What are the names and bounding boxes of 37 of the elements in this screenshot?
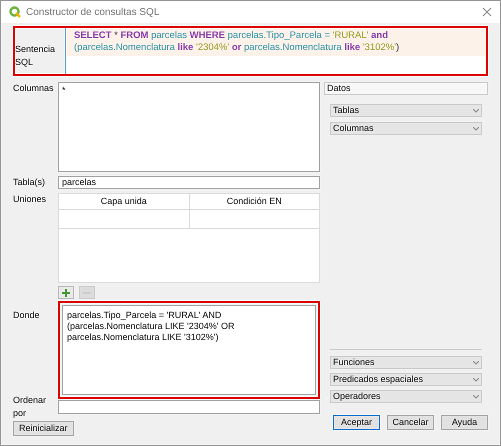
sql-editor[interactable]: SELECT * FROM parcelas WHERE parcelas.Tipo_Parcela = 'RURAL' and (parcelas.Nomenclatura like '2304%' or parcelas.Nomenclatura like '3102%') xyxy=(65,28,486,74)
column-header[interactable]: Condición EN xyxy=(190,194,319,210)
add-button[interactable] xyxy=(58,286,74,299)
field-label: Uniones xyxy=(13,193,48,206)
close-icon[interactable] xyxy=(482,7,492,17)
dropdown[interactable]: Funciones xyxy=(330,356,482,369)
columns-field[interactable]: * xyxy=(58,82,320,172)
chevron-down-icon xyxy=(473,360,479,364)
dialog-button[interactable]: Ayuda xyxy=(441,415,488,430)
dropdown[interactable]: Tablas xyxy=(330,104,482,117)
order-by-field[interactable] xyxy=(58,400,320,414)
field-label: Columnas xyxy=(13,82,55,95)
dropdown[interactable]: Predicados espaciales xyxy=(330,373,482,386)
dialog-button[interactable]: Cancelar xyxy=(387,415,434,430)
field-label: Tabla(s) xyxy=(13,176,46,189)
sql-statement: SELECT * FROM parcelas WHERE parcelas.Tipo_Parcela = 'RURAL' and (parcelas.Nomenclatura like '2304%' or parcelas.Nomenclatura like '3102%') xyxy=(74,30,400,53)
table-value: parcelas xyxy=(62,177,96,187)
column-value: * xyxy=(62,85,66,95)
chevron-down-icon xyxy=(473,108,479,112)
chevron-down-icon xyxy=(473,378,479,382)
field-label: Sentencia SQL xyxy=(15,42,56,69)
reset-button[interactable]: Reinicializar xyxy=(13,421,74,436)
chevron-down-icon xyxy=(473,394,479,398)
panel-header: Datos xyxy=(324,82,488,95)
column-header[interactable]: Capa unida xyxy=(59,194,190,210)
field-label: Donde xyxy=(13,309,41,322)
dialog-button[interactable]: Aceptar xyxy=(333,415,380,430)
chevron-down-icon xyxy=(473,126,479,130)
app-logo-icon xyxy=(9,6,21,18)
plus-icon xyxy=(62,288,70,296)
tables-field[interactable]: parcelas xyxy=(58,176,320,189)
dropdown[interactable]: Operadores xyxy=(330,390,482,403)
field-label: Ordenar por xyxy=(13,394,48,420)
dropdown[interactable]: Columnas xyxy=(330,122,482,135)
window-title: Constructor de consultas SQL xyxy=(26,6,160,20)
where-field[interactable]: parcelas.Tipo_Parcela = 'RURAL' AND (parcelas.Nomenclatura LIKE '2304%' OR parcelas.Nomenclatura LIKE '3102%') xyxy=(62,305,316,395)
where-clause: parcelas.Tipo_Parcela = 'RURAL' AND (parcelas.Nomenclatura LIKE '2304%' OR parcelas.Nomenclatura LIKE '3102%') xyxy=(67,310,235,342)
